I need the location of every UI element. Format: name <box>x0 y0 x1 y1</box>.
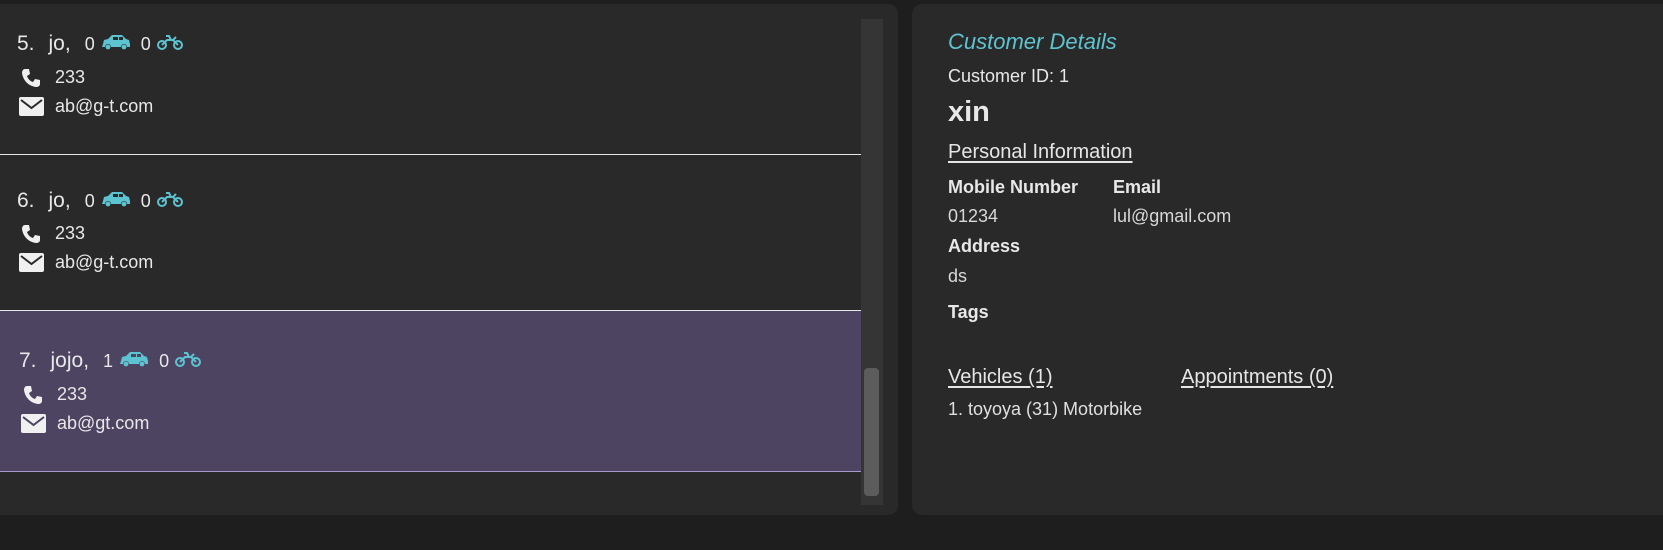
envelope-icon <box>18 97 44 116</box>
card-divider <box>0 471 861 472</box>
envelope-icon <box>20 414 46 433</box>
customer-card[interactable]: 6. jo, 0 0 233 ab@g-t.com <box>0 155 861 310</box>
list-scrollbar[interactable] <box>861 19 883 505</box>
card-title-row: 6. jo, 0 0 <box>17 189 193 213</box>
bike-count: 0 <box>140 33 151 54</box>
car-icon <box>119 349 149 373</box>
address-value: ds <box>948 266 968 286</box>
car-icon <box>101 189 131 213</box>
mobile-label: Mobile Number <box>948 177 1079 197</box>
tags-label: Tags <box>948 302 989 322</box>
car-icon <box>101 32 131 56</box>
phone-row: 233 <box>20 384 87 405</box>
personal-info-title: Personal Information <box>948 141 1133 163</box>
email-address: ab@g-t.com <box>55 96 154 116</box>
customer-card[interactable]: 5. jo, 0 0 233 ab@g-t.com <box>0 4 861 154</box>
car-count: 0 <box>84 33 95 54</box>
email-address: ab@g-t.com <box>55 252 154 272</box>
bike-count: 0 <box>140 190 151 211</box>
phone-number: 233 <box>55 67 86 87</box>
vehicle-list-item: 1. toyoya (31) Motorbike <box>948 399 1143 419</box>
scrollbar-thumb[interactable] <box>864 368 879 496</box>
card-title-row: 7. jojo, 1 0 <box>19 349 211 373</box>
customer-index: 7. <box>19 349 37 372</box>
car-count: 0 <box>84 190 95 211</box>
bike-count: 0 <box>159 350 170 371</box>
customer-id: Customer ID: 1 <box>948 66 1070 86</box>
customer-name: jojo, <box>50 349 90 372</box>
motorbike-icon <box>175 349 202 373</box>
email-row: ab@g-t.com <box>18 96 153 117</box>
customer-card-selected[interactable]: 7. jojo, 1 0 233 ab@gt.com <box>0 311 861 471</box>
email-value: lul@gmail.com <box>1113 206 1232 226</box>
envelope-icon <box>18 253 44 272</box>
motorbike-icon <box>156 32 183 56</box>
car-count: 1 <box>103 350 114 371</box>
email-label: Email <box>1113 177 1162 197</box>
phone-icon <box>20 385 46 405</box>
phone-icon <box>18 224 44 244</box>
email-row: ab@gt.com <box>20 413 149 434</box>
customer-index: 6. <box>17 189 35 212</box>
vehicles-title[interactable]: Vehicles (1) <box>948 366 1053 389</box>
customer-name: jo, <box>48 32 71 55</box>
appointments-title[interactable]: Appointments (0) <box>1181 366 1333 389</box>
phone-icon <box>18 68 44 88</box>
phone-number: 233 <box>57 384 88 404</box>
phone-row: 233 <box>18 223 85 244</box>
email-row: ab@g-t.com <box>18 252 153 273</box>
customer-index: 5. <box>17 32 35 55</box>
phone-row: 233 <box>18 67 85 88</box>
details-heading: Customer Details <box>948 29 1117 54</box>
address-label: Address <box>948 236 1021 256</box>
card-title-row: 5. jo, 0 0 <box>17 32 193 56</box>
email-address: ab@gt.com <box>57 413 150 433</box>
customer-list-panel: 5. jo, 0 0 233 ab@g-t.com 6. jo, 0 0 233… <box>0 4 898 515</box>
mobile-value: 01234 <box>948 206 999 226</box>
motorbike-icon <box>156 189 183 213</box>
customer-name-large: xin <box>948 96 990 128</box>
phone-number: 233 <box>55 223 86 243</box>
customer-name: jo, <box>48 189 71 212</box>
customer-details-panel: Customer Details Customer ID: 1 xin Pers… <box>912 4 1663 515</box>
